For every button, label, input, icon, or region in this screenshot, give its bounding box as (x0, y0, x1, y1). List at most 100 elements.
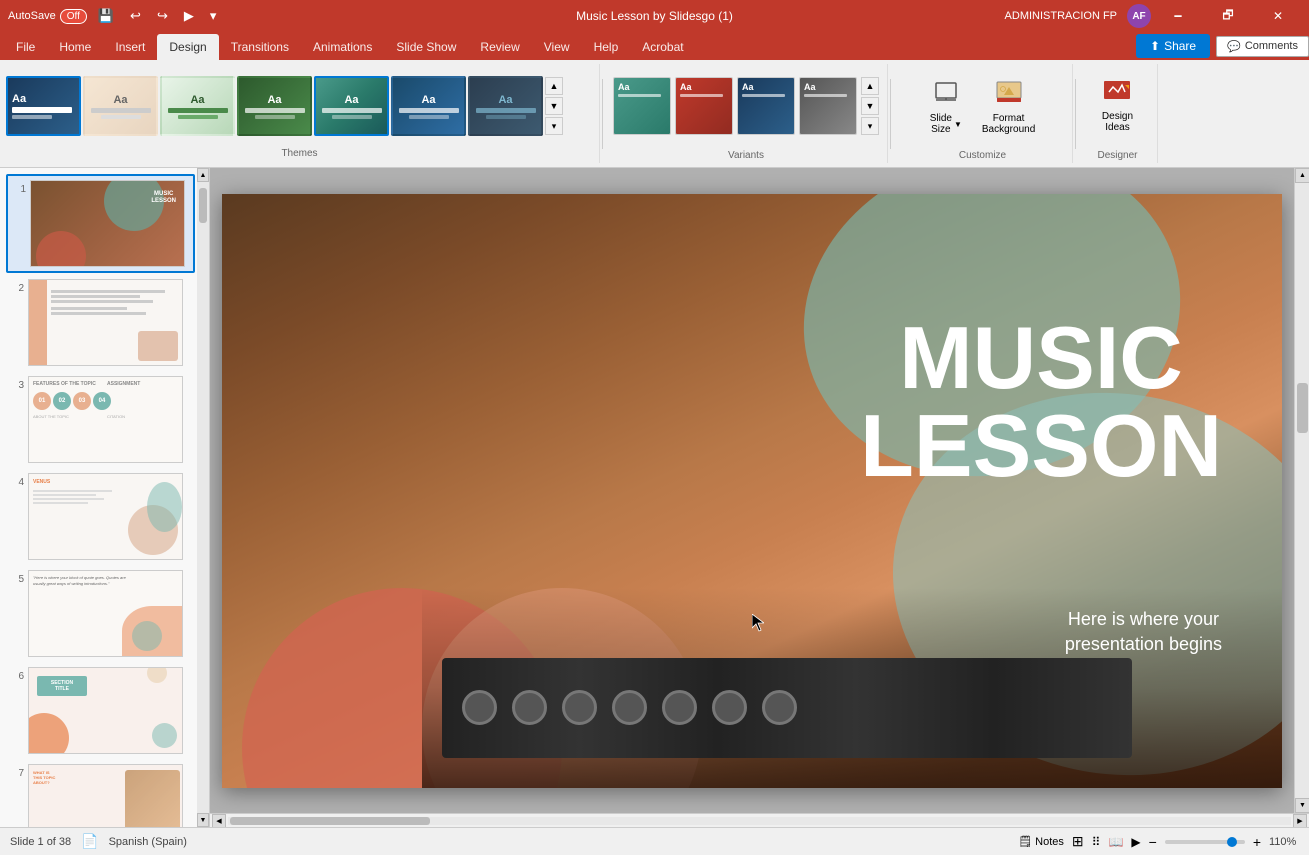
canvas-scroll-thumb[interactable] (1297, 383, 1308, 433)
main-area: 1 MUSICLESSON 2 (0, 168, 1309, 827)
slide-subtitle-text: Here is where yourpresentation begins (1065, 609, 1222, 654)
slide-num-3: 3 (10, 376, 24, 391)
slide-scroll-track (197, 182, 209, 813)
theme-1[interactable]: Aa (6, 76, 81, 136)
tab-home[interactable]: Home (47, 34, 103, 60)
gallery-down-arrow[interactable]: ▼ (545, 97, 563, 115)
slide-item-2[interactable]: 2 (6, 275, 195, 370)
knobs-row (442, 658, 1132, 758)
theme-6[interactable]: Aa (391, 76, 466, 136)
format-background-button[interactable]: FormatBackground (974, 77, 1043, 139)
tab-help[interactable]: Help (582, 34, 631, 60)
tab-animations[interactable]: Animations (301, 34, 384, 60)
close-button[interactable]: ✕ (1255, 0, 1301, 32)
comment-icon: 💬 (1227, 40, 1241, 53)
slide-item-7[interactable]: 7 WHAT ISTHIS TOPICABOUT? (6, 760, 195, 827)
tab-review[interactable]: Review (468, 34, 531, 60)
theme-7[interactable]: Aa (468, 76, 543, 136)
more-tools-button[interactable]: ▾ (205, 6, 222, 26)
language-label: Spanish (Spain) (109, 836, 187, 848)
h-scroll-thumb[interactable] (230, 817, 430, 825)
tab-view[interactable]: View (532, 34, 582, 60)
slide-size-button[interactable]: SlideSize ▼ (922, 77, 970, 139)
slide-item-1[interactable]: 1 MUSICLESSON (6, 174, 195, 273)
zoom-out-button[interactable]: − (1149, 834, 1157, 850)
ribbon-tabs: File Home Insert Design Transitions Anim… (0, 32, 1309, 60)
slide-item-4[interactable]: 4 VENUS (6, 469, 195, 564)
slide-scroll-up[interactable]: ▲ (197, 168, 209, 182)
slide-num-6: 6 (10, 667, 24, 682)
redo-button[interactable]: ↪ (152, 6, 173, 26)
slide-scroll-down[interactable]: ▼ (197, 813, 209, 827)
zoom-in-button[interactable]: + (1253, 834, 1261, 850)
zoom-slider[interactable] (1165, 840, 1245, 844)
h-scroll-left[interactable]: ◀ (212, 814, 226, 828)
slide-sorter-button[interactable]: ⠿ (1092, 835, 1101, 849)
present-button[interactable]: ▶ (179, 6, 199, 26)
theme-4[interactable]: Aa (237, 76, 312, 136)
theme-2[interactable]: Aa (83, 76, 158, 136)
format-background-label: FormatBackground (982, 113, 1035, 135)
tab-acrobat[interactable]: Acrobat (630, 34, 695, 60)
gallery-expand-arrow[interactable]: ▾ (545, 117, 563, 135)
designer-section: DesignIdeas Designer (1078, 64, 1158, 163)
variant-4[interactable]: Aa (799, 77, 857, 135)
comments-button[interactable]: 💬 Comments (1216, 36, 1309, 57)
slide-item-6[interactable]: 6 SECTIONTITLE (6, 663, 195, 758)
slide-subtitle: Here is where yourpresentation begins (1065, 607, 1222, 657)
titlebar-left: AutoSave Off 💾 ↩ ↪ ▶ ▾ (8, 6, 221, 26)
autosave-label: AutoSave (8, 10, 56, 22)
tab-file[interactable]: File (4, 34, 47, 60)
share-button[interactable]: ⬆ Share (1136, 34, 1210, 58)
customize-section: SlideSize ▼ FormatBackground Customize (893, 64, 1073, 163)
designer-label: Designer (1097, 146, 1137, 161)
tab-insert[interactable]: Insert (103, 34, 157, 60)
user-avatar[interactable]: AF (1127, 4, 1151, 28)
variant-1[interactable]: Aa (613, 77, 671, 135)
slide-num-1: 1 (12, 180, 26, 195)
slide-num-5: 5 (10, 570, 24, 585)
notes-button[interactable]: 🗒 Notes (1018, 835, 1064, 848)
canvas-scroll-up[interactable]: ▲ (1295, 168, 1309, 183)
tab-design[interactable]: Design (157, 34, 218, 60)
h-scroll-right[interactable]: ▶ (1293, 814, 1307, 828)
variants-expand-arrow[interactable]: ▾ (861, 117, 879, 135)
themes-label: Themes (281, 144, 317, 159)
variants-up-arrow[interactable]: ▲ (861, 77, 879, 95)
reading-view-button[interactable]: 📖 (1108, 835, 1123, 849)
gallery-arrows: ▲ ▼ ▾ (545, 77, 563, 135)
slide-panel: 1 MUSICLESSON 2 (0, 168, 210, 827)
gallery-up-arrow[interactable]: ▲ (545, 77, 563, 95)
save-button[interactable]: 💾 (93, 6, 119, 26)
tab-slideshow[interactable]: Slide Show (384, 34, 468, 60)
normal-view-button[interactable]: ⊞ (1072, 833, 1084, 850)
window-title: Music Lesson by Slidesgo (1) (576, 9, 733, 23)
restore-button[interactable]: 🗗 (1205, 0, 1251, 32)
slide-item-5[interactable]: 5 "Here is where your block of quote goe… (6, 566, 195, 661)
theme-3[interactable]: Aa (160, 76, 235, 136)
autosave-toggle[interactable]: Off (60, 9, 87, 24)
theme-5[interactable]: Aa (314, 76, 389, 136)
minimize-button[interactable]: 🗕 (1155, 0, 1201, 32)
slide-num-2: 2 (10, 279, 24, 294)
slide-num-4: 4 (10, 473, 24, 488)
slide-thumb-3: FEATURES OF THE TOPIC ASSIGNMENT 01 02 0… (28, 376, 183, 463)
share-label: Share (1164, 39, 1196, 53)
slideshow-button[interactable]: ▶ (1131, 835, 1140, 849)
slide-area-wrapper: MUSIC LESSON Here is where yourpresentat… (210, 168, 1309, 827)
slide-canvas[interactable]: MUSIC LESSON Here is where yourpresentat… (222, 194, 1282, 788)
canvas-scrollbar-right: ▲ ▼ (1294, 168, 1309, 813)
zoom-thumb (1227, 837, 1237, 847)
variant-3[interactable]: Aa (737, 77, 795, 135)
mouse-cursor (752, 614, 764, 632)
slide-num-7: 7 (10, 764, 24, 779)
canvas-scroll-down[interactable]: ▼ (1295, 798, 1309, 813)
variants-down-arrow[interactable]: ▼ (861, 97, 879, 115)
variant-2[interactable]: Aa (675, 77, 733, 135)
slide-info-icon: 📄 (81, 833, 98, 850)
slide-item-3[interactable]: 3 FEATURES OF THE TOPIC ASSIGNMENT 01 02… (6, 372, 195, 467)
tab-transitions[interactable]: Transitions (219, 34, 301, 60)
slide-scroll-thumb[interactable] (199, 188, 207, 223)
design-ideas-button[interactable]: DesignIdeas (1094, 76, 1141, 137)
undo-button[interactable]: ↩ (125, 6, 146, 26)
